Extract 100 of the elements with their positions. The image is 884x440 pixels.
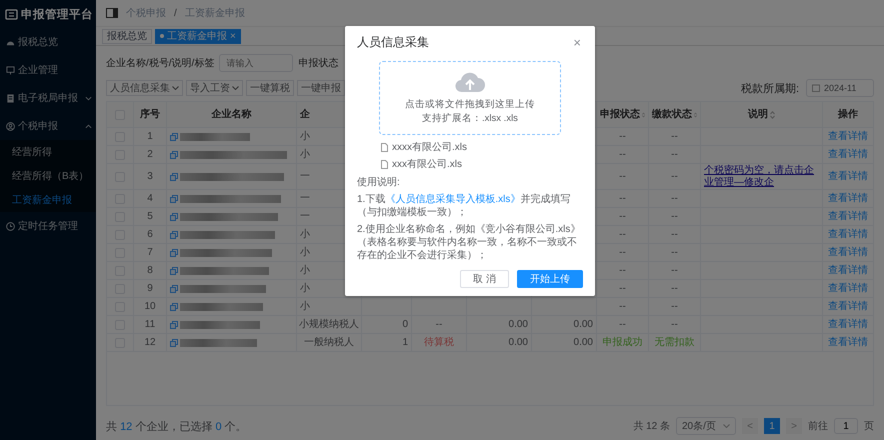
calendar-icon <box>812 84 820 92</box>
view-details-link[interactable]: 查看详情 <box>828 192 868 204</box>
view-details-link[interactable]: 查看详情 <box>828 264 868 276</box>
table-cell: 0.00 <box>574 336 593 348</box>
column-header[interactable]: 缴款状态 <box>652 108 692 120</box>
copy-icon[interactable] <box>170 212 178 220</box>
table-cell: 4 <box>147 192 153 204</box>
breadcrumb-separator: / <box>174 8 177 18</box>
cancel-button[interactable]: 取 消 <box>460 270 509 288</box>
total-count: 共 12 条 <box>633 420 670 433</box>
document-icon <box>6 94 15 102</box>
toolbar-button[interactable]: 人员信息采集 <box>106 80 183 96</box>
column-header[interactable]: 申报状态 <box>600 108 640 120</box>
table-cell: 0.00 <box>574 318 593 330</box>
table-cell: 小 <box>300 246 310 258</box>
table-cell: 小 <box>300 228 310 240</box>
view-details-link[interactable]: 查看详情 <box>828 148 868 160</box>
view-details-link[interactable]: 查看详情 <box>828 318 868 330</box>
copy-icon[interactable] <box>170 320 178 328</box>
filter-label: 申报状态 <box>298 56 338 70</box>
breadcrumb-item[interactable]: 工资薪金申报 <box>184 6 245 20</box>
copy-icon[interactable] <box>170 150 178 158</box>
file-list-item[interactable]: xxx有限公司.xls <box>381 157 559 171</box>
copy-icon[interactable] <box>170 284 178 292</box>
submenu-item[interactable]: 经营所得 <box>0 140 96 164</box>
upload-instruction: 点击或将文件拖拽到这里上传 <box>405 98 535 111</box>
toolbar-button[interactable]: 一键申报 <box>297 80 345 96</box>
instruction-text: 1.下载《人员信息采集导入模板.xls》并完成填写（与扣缴端模板一致）； <box>357 193 572 219</box>
table-cell: 0.00 <box>508 318 528 330</box>
ticket-icon <box>5 8 18 20</box>
breadcrumb-item[interactable]: 个税申报 <box>126 6 166 20</box>
view-details-link[interactable]: 查看详情 <box>828 336 868 348</box>
status-text: -- <box>671 300 678 312</box>
table-cell: 小 <box>300 264 310 276</box>
menu-item[interactable]: 个税申报 <box>0 112 96 140</box>
view-details-link[interactable]: 查看详情 <box>828 282 868 294</box>
column-header: 操作 <box>838 108 858 120</box>
copy-icon[interactable] <box>170 132 178 140</box>
table-cell: 0.00 <box>508 336 528 348</box>
table-cell: 1 <box>402 336 408 348</box>
copy-icon[interactable] <box>170 266 178 274</box>
page-size-select[interactable]: 20条/页 <box>676 417 736 435</box>
file-list-item[interactable]: xxxx有限公司.xls <box>381 140 559 154</box>
copy-icon[interactable] <box>170 172 178 180</box>
start-upload-button[interactable]: 开始上传 <box>517 270 583 288</box>
status-text: -- <box>671 148 678 160</box>
page-tab[interactable]: 报税总览 <box>102 28 152 44</box>
page-input[interactable]: 1 <box>834 418 858 434</box>
status-text: -- <box>619 300 626 312</box>
status-text: -- <box>671 130 678 142</box>
table-cell: 3 <box>147 170 153 182</box>
caret-icon <box>232 86 239 90</box>
month-picker[interactable]: 2024-11 <box>806 79 874 97</box>
menu-item[interactable]: 企业管理 <box>0 56 96 84</box>
menu-item[interactable]: 电子税局申报 <box>0 84 96 112</box>
status-text: -- <box>619 170 626 182</box>
view-details-link[interactable]: 查看详情 <box>828 228 868 240</box>
note-link[interactable]: 个税密码为空，请点击企业管理—修改企 <box>704 165 819 188</box>
table-cell: 5 <box>147 210 153 222</box>
view-details-link[interactable]: 查看详情 <box>828 170 868 182</box>
chevron-icon <box>85 96 92 100</box>
next-page-button[interactable]: > <box>786 418 802 434</box>
template-download-link[interactable]: 《人员信息采集导入模板.xls》 <box>385 194 520 205</box>
column-header[interactable]: 说明 <box>748 108 768 120</box>
toolbar-button[interactable]: 一键算税 <box>246 80 294 96</box>
copy-icon[interactable] <box>170 338 178 346</box>
status-text: -- <box>619 228 626 240</box>
status-text: -- <box>619 282 626 294</box>
copy-icon[interactable] <box>170 230 178 238</box>
toolbar-button[interactable]: 导入工资 <box>186 80 243 96</box>
upload-hint: 支持扩展名：.xlsx .xls <box>422 112 518 125</box>
page-number-button[interactable]: 1 <box>764 418 780 434</box>
view-details-link[interactable]: 查看详情 <box>828 300 868 312</box>
copy-icon[interactable] <box>170 302 178 310</box>
view-details-link[interactable]: 查看详情 <box>828 210 868 222</box>
copy-icon[interactable] <box>170 248 178 256</box>
menu-fold-icon[interactable] <box>106 8 118 18</box>
upload-dropzone[interactable]: 点击或将文件拖拽到这里上传 支持扩展名：.xlsx .xls <box>379 61 561 135</box>
menu-item[interactable]: 定时任务管理 <box>0 212 96 240</box>
previous-page-button[interactable]: < <box>742 418 758 434</box>
clock-icon <box>6 222 15 230</box>
chevron-icon <box>85 124 92 128</box>
status-text: -- <box>671 170 678 182</box>
sort-icon[interactable] <box>770 110 775 118</box>
view-details-link[interactable]: 查看详情 <box>828 130 868 142</box>
status-text: -- <box>671 228 678 240</box>
menu-item[interactable]: 报税总览 <box>0 28 96 56</box>
search-field[interactable]: 请输入 <box>219 54 294 72</box>
table-cell: 11 <box>144 318 156 330</box>
copy-icon[interactable] <box>170 194 178 202</box>
redacted-name <box>180 132 250 140</box>
page-suffix: 页 <box>864 420 874 433</box>
period-label: 税款所属期: <box>740 82 799 96</box>
table-cell: 小 <box>300 130 310 142</box>
submenu-item[interactable]: 工资薪金申报 <box>0 188 96 212</box>
page-tab[interactable]: 工资薪金申报 × <box>155 28 241 44</box>
submenu-item[interactable]: 经营所得（B表） <box>0 164 96 188</box>
table-cell: 一 <box>300 192 310 204</box>
close-button[interactable]: × <box>571 36 583 49</box>
view-details-link[interactable]: 查看详情 <box>828 246 868 258</box>
